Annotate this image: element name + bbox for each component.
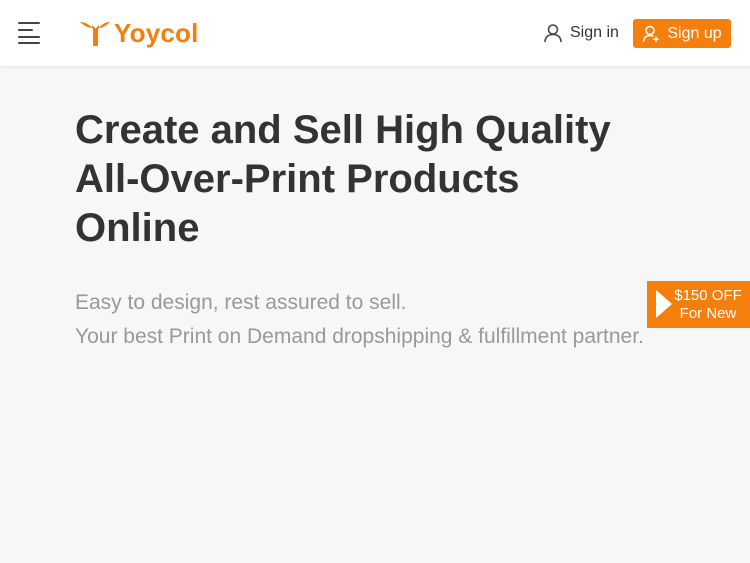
logo-text: Yoycol	[114, 18, 199, 48]
user-plus-icon	[643, 25, 660, 42]
logo[interactable]: Yoycol	[78, 16, 199, 50]
promo-line-2: For New	[679, 305, 737, 322]
sign-in-link[interactable]: Sign in	[543, 21, 619, 45]
promo-text: $150 OFF For New	[673, 287, 743, 323]
user-icon	[544, 24, 562, 43]
hero-subtitle-line: Easy to design, rest assured to sell.	[75, 291, 407, 314]
play-arrow-icon	[656, 290, 672, 318]
site-header: Yoycol Sign in Sign up	[0, 0, 750, 66]
promo-badge[interactable]: $150 OFF For New	[647, 281, 750, 328]
hero-title-line: Online	[75, 206, 200, 250]
yoycol-bird-icon	[80, 22, 110, 46]
sign-up-label: Sign up	[667, 24, 722, 42]
hero-title-line: Create and Sell High Quality	[75, 108, 611, 152]
menu-icon[interactable]	[18, 22, 42, 44]
hero-subtitle-line: Your best Print on Demand dropshipping &…	[75, 325, 644, 348]
hero-title-line: All-Over-Print Products	[75, 157, 520, 201]
hero-title: Create and Sell High Quality All-Over-Pr…	[75, 106, 695, 253]
hero-subtitle: Easy to design, rest assured to sell. Yo…	[75, 286, 715, 354]
sign-in-label: Sign in	[570, 24, 619, 41]
promo-line-1: $150 OFF	[674, 287, 742, 304]
sign-up-button[interactable]: Sign up	[633, 19, 731, 48]
